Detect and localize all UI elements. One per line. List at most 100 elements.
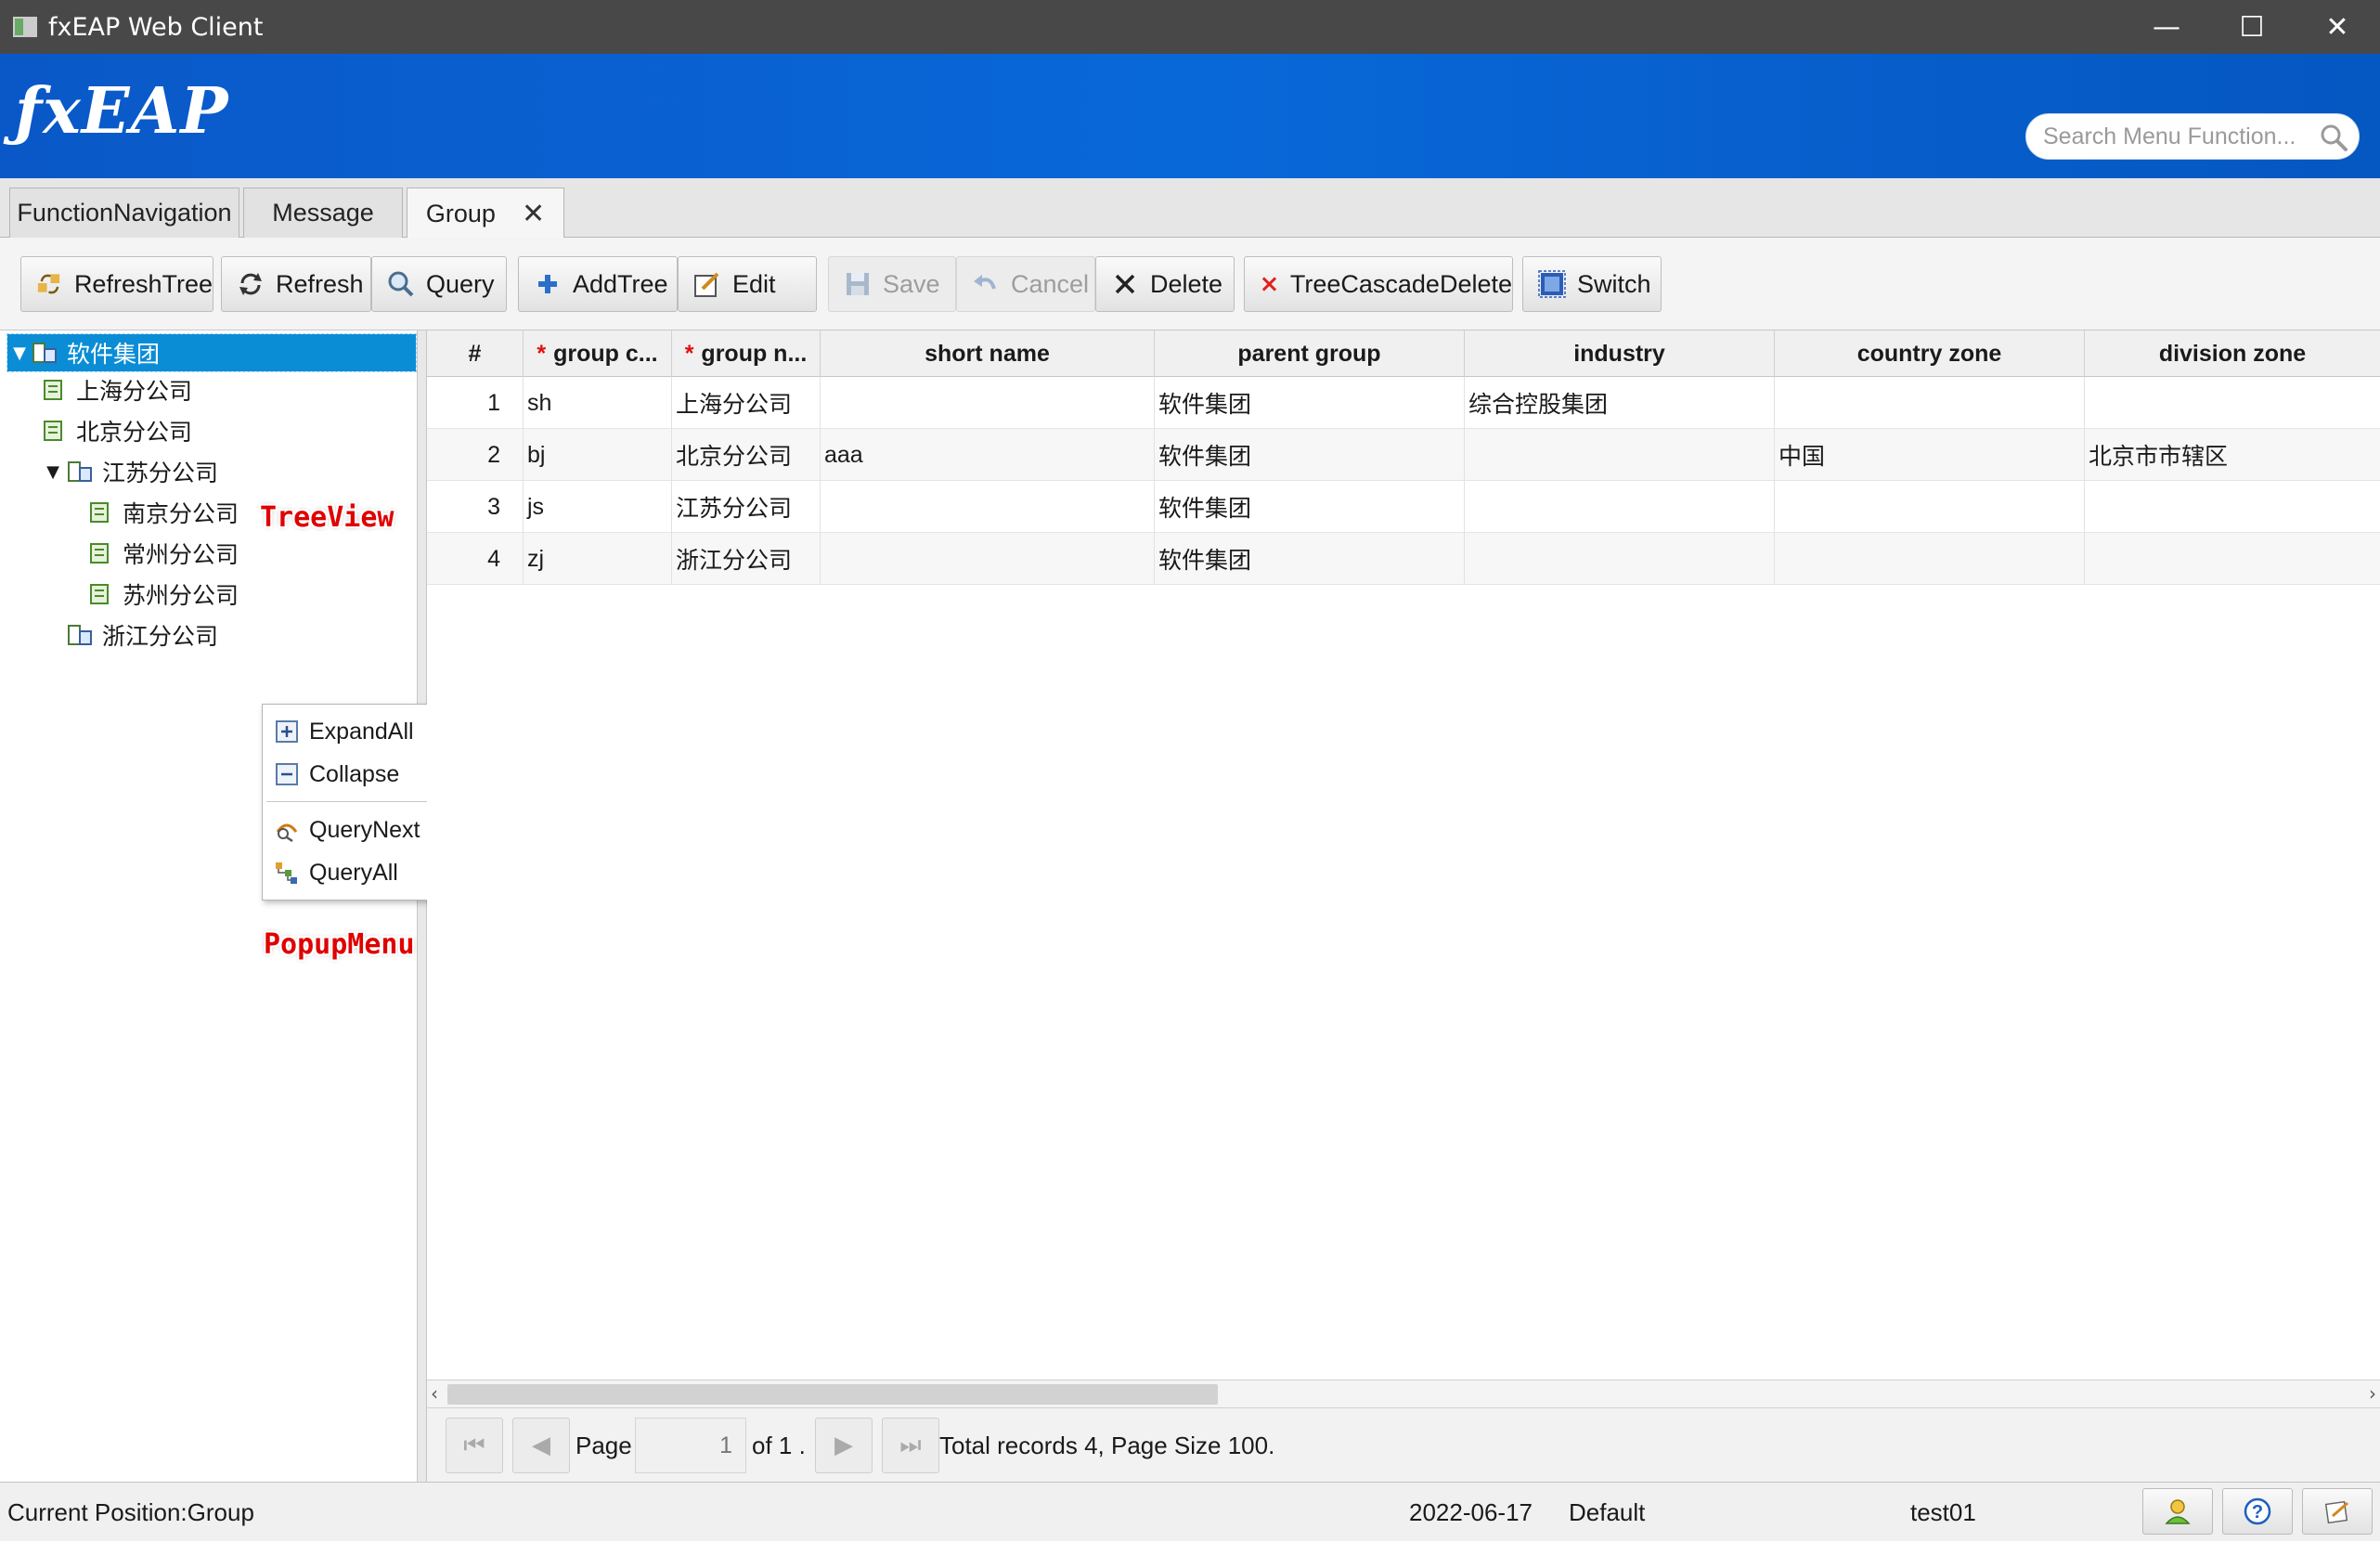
switch-button[interactable]: Switch xyxy=(1522,256,1662,312)
tree-node[interactable]: ▼ 江苏分公司 xyxy=(39,453,218,490)
cell-industry[interactable] xyxy=(1465,533,1775,585)
column-header-group-code[interactable]: * group c... xyxy=(524,330,672,377)
column-header-short-name[interactable]: short name xyxy=(821,330,1155,377)
tree-node-label: 北京分公司 xyxy=(76,419,193,446)
query-button[interactable]: Query xyxy=(371,256,507,312)
save-button[interactable]: Save xyxy=(828,256,956,312)
cell-parent-group[interactable]: 软件集团 xyxy=(1155,377,1465,429)
cell-short-name[interactable] xyxy=(821,481,1155,533)
edit-icon xyxy=(694,272,719,297)
expand-arrow-icon[interactable]: ▼ xyxy=(39,462,67,482)
minimize-button[interactable]: — xyxy=(2124,0,2209,54)
tree-node[interactable]: 北京分公司 xyxy=(41,412,192,449)
cell-short-name[interactable]: aaa xyxy=(821,429,1155,481)
column-header-parent-group[interactable]: parent group xyxy=(1155,330,1465,377)
menu-item-collapse[interactable]: Collapse xyxy=(263,753,446,796)
cell-group-name[interactable]: 浙江分公司 xyxy=(672,533,821,585)
cell-parent-group[interactable]: 软件集团 xyxy=(1155,481,1465,533)
tree-node[interactable]: 浙江分公司 xyxy=(67,616,218,654)
page-number-input[interactable] xyxy=(635,1418,746,1473)
cell-group-code[interactable]: sh xyxy=(524,377,672,429)
first-page-button[interactable]: ⏮ xyxy=(446,1418,503,1473)
scrollbar-thumb[interactable] xyxy=(447,1384,1218,1405)
column-header-group-name[interactable]: * group n... xyxy=(672,330,821,377)
cell-country-zone[interactable]: 中国 xyxy=(1775,429,2085,481)
user-button[interactable] xyxy=(2142,1488,2213,1535)
cell-country-zone[interactable] xyxy=(1775,533,2085,585)
edit-button[interactable]: Edit xyxy=(678,256,817,312)
cell-parent-group[interactable]: 软件集团 xyxy=(1155,429,1465,481)
menu-item-query-next[interactable]: QueryNext xyxy=(263,809,446,851)
column-header-division-zone[interactable]: division zone xyxy=(2085,330,2380,377)
refresh-tree-button[interactable]: RefreshTree xyxy=(20,256,213,312)
next-page-button[interactable]: ▶ xyxy=(815,1418,873,1473)
cell-group-code[interactable]: js xyxy=(524,481,672,533)
column-header-index[interactable]: # xyxy=(427,330,524,377)
cell-group-name[interactable]: 上海分公司 xyxy=(672,377,821,429)
last-page-button[interactable]: ⏭ xyxy=(882,1418,939,1473)
close-tab-icon[interactable]: ✕ xyxy=(522,198,545,230)
previous-page-button[interactable]: ◀ xyxy=(512,1418,570,1473)
column-header-industry[interactable]: industry xyxy=(1465,330,1775,377)
table-row[interactable]: 3 js 江苏分公司 软件集团 xyxy=(427,481,2380,533)
close-window-button[interactable]: ✕ xyxy=(2295,0,2380,54)
grid-header: # * group c... * group n... short name par… xyxy=(427,330,2380,377)
cell-group-name[interactable]: 北京分公司 xyxy=(672,429,821,481)
cell-group-code[interactable]: bj xyxy=(524,429,672,481)
horizontal-scrollbar[interactable]: ‹ › xyxy=(427,1380,2380,1407)
help-icon: ? xyxy=(2244,1497,2271,1525)
tab-group[interactable]: Group ✕ xyxy=(407,188,564,239)
cell-division-zone[interactable] xyxy=(2085,533,2380,585)
pane-splitter[interactable] xyxy=(418,330,427,1482)
table-row[interactable]: 2 bj 北京分公司 aaa 软件集团 中国 北京市市辖区 xyxy=(427,429,2380,481)
cell-group-code[interactable]: zj xyxy=(524,533,672,585)
save-icon xyxy=(847,273,869,295)
search-icon[interactable] xyxy=(2318,122,2349,153)
edit-label: Edit xyxy=(732,269,776,298)
cell-division-zone[interactable] xyxy=(2085,481,2380,533)
column-header-country-zone[interactable]: country zone xyxy=(1775,330,2085,377)
cancel-button[interactable]: Cancel xyxy=(956,256,1095,312)
cell-short-name[interactable] xyxy=(821,377,1155,429)
cell-short-name[interactable] xyxy=(821,533,1155,585)
tab-message[interactable]: Message xyxy=(243,188,403,238)
page-label: Page xyxy=(576,1431,632,1459)
cell-division-zone[interactable]: 北京市市辖区 xyxy=(2085,429,2380,481)
tab-function-navigation[interactable]: FunctionNavigation xyxy=(9,188,239,238)
table-row[interactable]: 1 sh 上海分公司 软件集团 综合控股集团 xyxy=(427,377,2380,429)
cell-group-name[interactable]: 江苏分公司 xyxy=(672,481,821,533)
cell-parent-group[interactable]: 软件集团 xyxy=(1155,533,1465,585)
cell-division-zone[interactable] xyxy=(2085,377,2380,429)
scroll-left-icon[interactable]: ‹ xyxy=(431,1382,438,1405)
cell-industry[interactable] xyxy=(1465,429,1775,481)
company-node-icon xyxy=(90,543,109,564)
cell-country-zone[interactable] xyxy=(1775,481,2085,533)
tree-node[interactable]: ▼ 软件集团 xyxy=(6,333,417,372)
cell-industry[interactable] xyxy=(1465,481,1775,533)
notes-button[interactable] xyxy=(2302,1488,2373,1535)
refresh-button[interactable]: Refresh xyxy=(221,256,371,312)
delete-button[interactable]: Delete xyxy=(1095,256,1235,312)
menu-search-input[interactable] xyxy=(2041,122,2310,151)
table-row[interactable]: 4 zj 浙江分公司 软件集团 xyxy=(427,533,2380,585)
help-button[interactable]: ? xyxy=(2222,1488,2293,1535)
tree-node-label: 苏州分公司 xyxy=(123,582,239,609)
tree-node[interactable]: 上海分公司 xyxy=(41,371,192,408)
scroll-right-icon[interactable]: › xyxy=(2369,1382,2376,1405)
add-tree-button[interactable]: AddTree xyxy=(518,256,678,312)
expand-arrow-icon[interactable]: ▼ xyxy=(7,343,32,363)
cell-industry[interactable]: 综合控股集团 xyxy=(1465,377,1775,429)
menu-item-query-all[interactable]: QueryAll xyxy=(263,851,446,894)
tree-node[interactable]: 常州分公司 xyxy=(87,535,239,572)
close-icon: ✕ xyxy=(2325,10,2349,44)
company-node-icon xyxy=(90,502,109,523)
group-tree-view[interactable]: ▼ 软件集团 上海分公司 北京分公司 ▼ 江苏分公司 南京分公司 常州分公司 苏… xyxy=(0,330,418,1482)
maximize-button[interactable]: ☐ xyxy=(2209,0,2295,54)
tree-node[interactable]: 苏州分公司 xyxy=(87,576,239,613)
menu-search-box[interactable] xyxy=(2025,113,2360,160)
previous-page-icon: ◀ xyxy=(532,1432,550,1459)
cell-country-zone[interactable] xyxy=(1775,377,2085,429)
tree-cascade-delete-button[interactable]: TreeCascadeDelete xyxy=(1244,256,1513,312)
menu-item-expand-all[interactable]: ExpandAll xyxy=(263,710,446,753)
tree-node[interactable]: 南京分公司 xyxy=(87,494,239,531)
